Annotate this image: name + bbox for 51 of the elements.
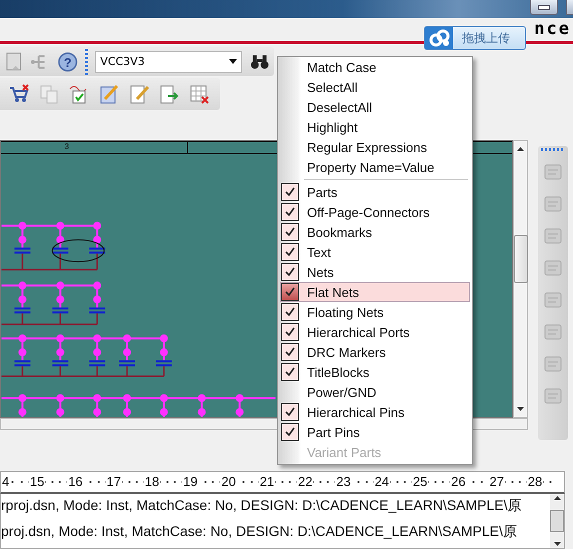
scroll-down-icon[interactable] [554, 542, 560, 546]
menu-item[interactable]: Power/GND [280, 382, 470, 402]
dropdown-arrow-icon[interactable] [228, 59, 237, 64]
menu-item[interactable]: Flat Nets [280, 282, 470, 302]
document-icon[interactable] [4, 50, 22, 73]
ruler-label: 20 [220, 474, 237, 490]
scroll-down-icon[interactable] [517, 406, 524, 411]
pencil-icon[interactable] [128, 83, 150, 106]
scrollbar-thumb[interactable] [514, 234, 528, 283]
menu-item[interactable]: DeselectAll [280, 97, 470, 117]
menu-item: Variant Parts [306, 444, 382, 462]
menu-item[interactable]: Hierarchical Ports [280, 322, 470, 342]
scroll-up-icon[interactable] [517, 146, 524, 151]
cloud-icon [428, 27, 450, 49]
ruler-label: 18 [144, 474, 160, 490]
menu-item[interactable]: Parts [280, 182, 470, 202]
ruler-label: 19 [182, 474, 199, 490]
log-scrollbar[interactable] [550, 494, 564, 548]
log-line: rproj.dsn, Mode: Inst, MatchCase: No, DESIGN: D:\CADENCE_LEARN\SAMPLE\原 [1, 497, 523, 516]
menu-item[interactable]: Hierarchical Pins [280, 402, 470, 422]
menu-item[interactable]: Text [280, 242, 470, 262]
ruler-label: 23 [335, 474, 352, 490]
menu-item[interactable]: Nets [280, 262, 470, 282]
edit-icon[interactable] [98, 83, 120, 106]
export-icon[interactable] [158, 83, 180, 106]
ruler-label: 26 [450, 474, 467, 490]
menu-item[interactable]: TitleBlocks [280, 362, 470, 382]
menu-item[interactable]: DRC Markers [280, 342, 470, 362]
table-delete-icon[interactable] [188, 83, 210, 106]
ruler-label: 15 [28, 474, 46, 490]
help-icon[interactable]: ? [56, 50, 78, 73]
menu-item[interactable]: Highlight [280, 117, 470, 137]
vertical-scrollbar[interactable] [513, 140, 528, 418]
menu-item[interactable]: Regular Expressions [280, 137, 470, 157]
menu-item[interactable]: Floating Nets [280, 302, 470, 322]
menu-item[interactable]: Part Pins [280, 422, 470, 442]
search-combo[interactable]: VCC3V3 [95, 50, 242, 73]
menu-item[interactable]: Property Name=Value [280, 157, 470, 177]
menu-item[interactable]: Match Case [280, 57, 470, 77]
logo-text: nce [534, 19, 571, 40]
menu-item[interactable]: Bookmarks [280, 222, 470, 242]
log-line: proj.dsn, Mode: Inst, MatchCase: No, DESIGN: D:\CADENCE_LEARN\SAMPLE\原 [1, 523, 518, 542]
minimize-button[interactable] [530, 0, 558, 15]
maximize-button[interactable] [566, 0, 573, 15]
zone-label: 3 [64, 142, 69, 153]
ruler-label: 25 [412, 474, 428, 490]
ruler-label: 28 [526, 474, 544, 490]
menu-item[interactable]: SelectAll [280, 77, 470, 97]
ruler-label: 16 [67, 474, 84, 490]
menu-item[interactable]: Off-Page-Connectors [280, 202, 470, 222]
upload-button[interactable]: 拖拽上传 [424, 26, 526, 50]
